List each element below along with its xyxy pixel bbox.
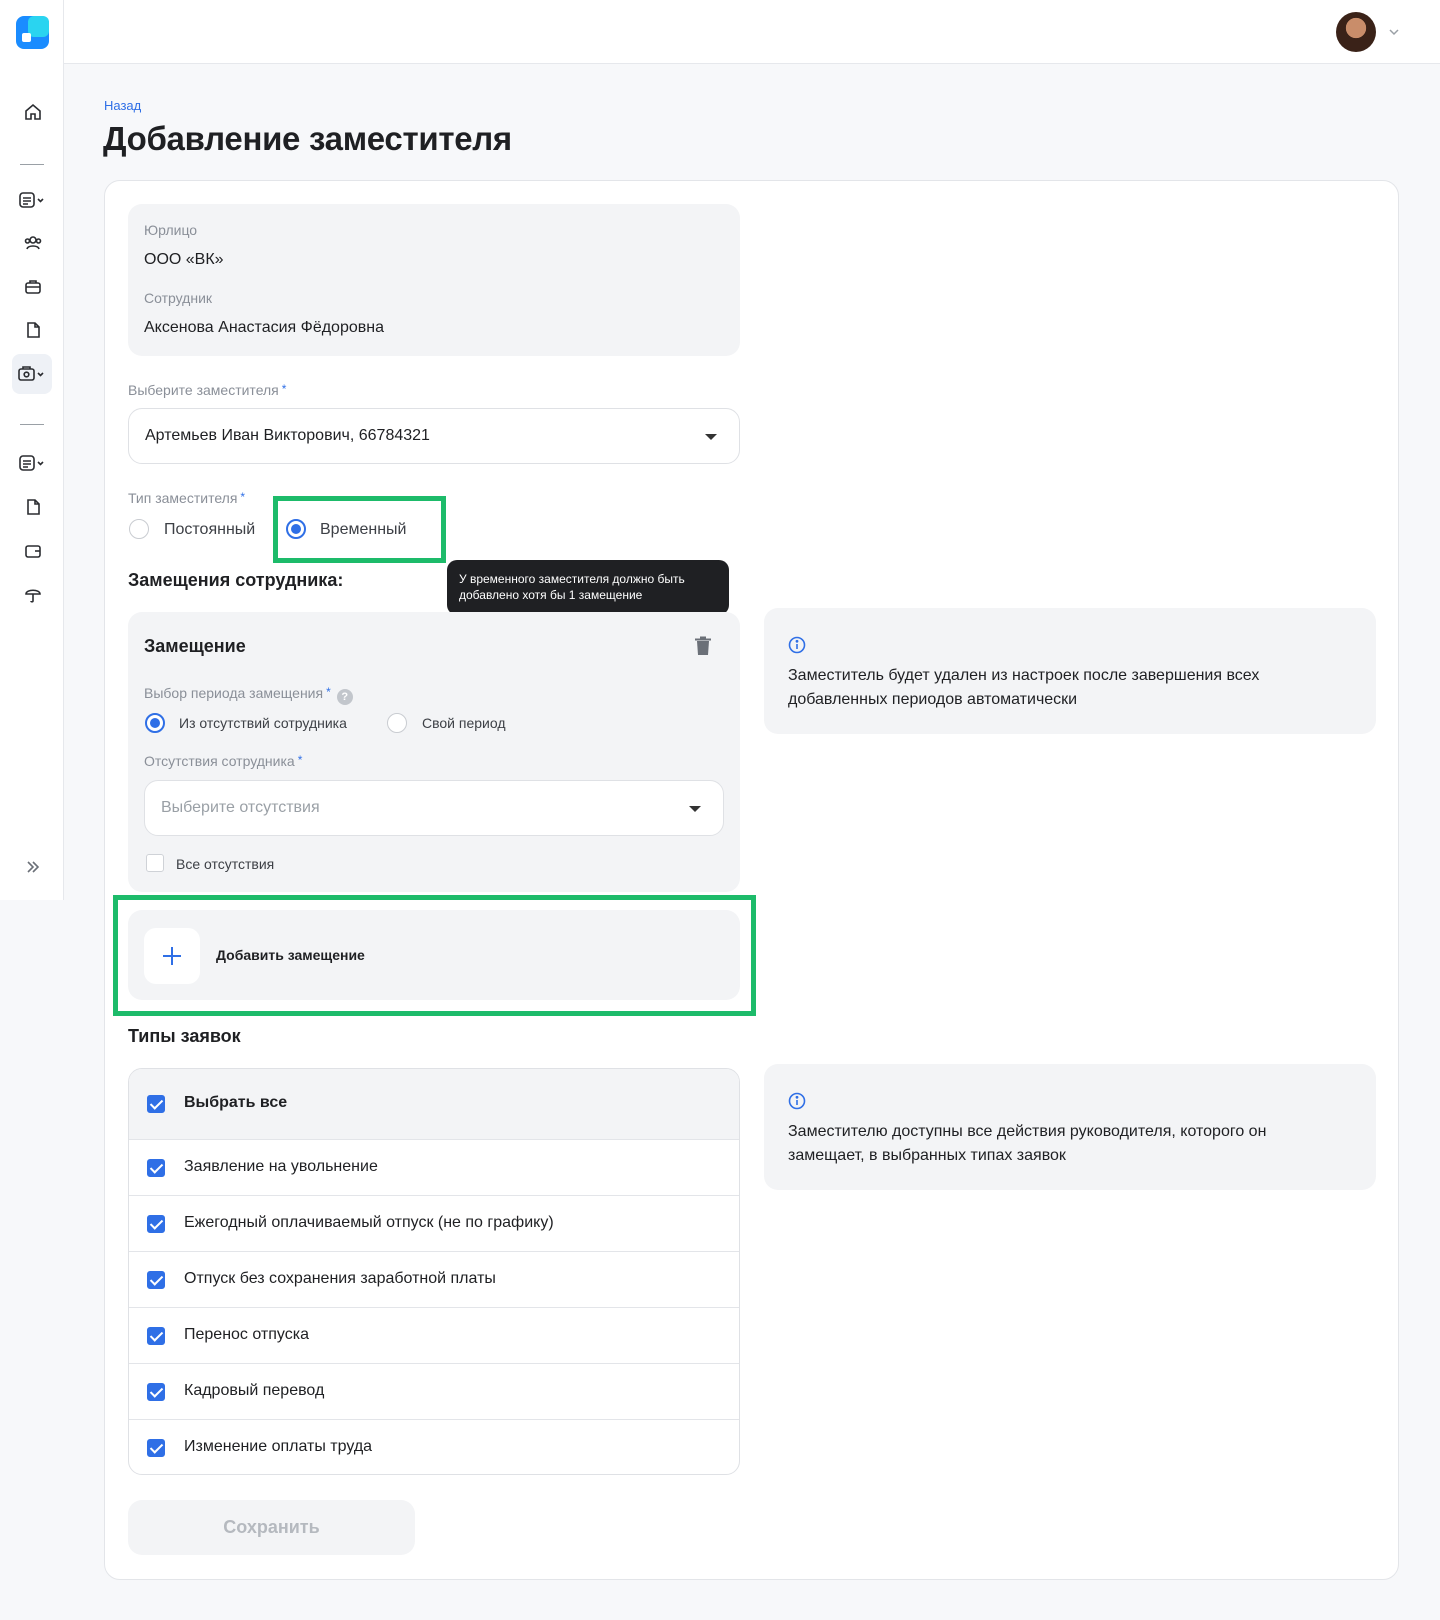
absences-select[interactable]: Выберите отсутствия [144, 780, 724, 836]
deputy-select-value: Артемьев Иван Викторович, 66784321 [145, 427, 430, 444]
radio-custom-period[interactable] [387, 713, 407, 733]
wallet-icon[interactable] [16, 534, 50, 568]
list-item[interactable]: Кадровый перевод [129, 1363, 739, 1419]
request-types-note-text: Заместителю доступны все действия руково… [788, 1123, 1267, 1164]
substitution-note-text: Заместитель будет удален из настроек пос… [788, 667, 1260, 708]
expand-sidebar-icon[interactable] [16, 850, 50, 884]
list-item[interactable]: Ежегодный оплачиваемый отпуск (не по гра… [129, 1195, 739, 1251]
file-icon[interactable] [16, 313, 50, 347]
sidebar [0, 0, 64, 900]
documents-menu-icon[interactable] [16, 183, 50, 217]
substitution-tooltip: У временного заместителя должно быть доб… [447, 560, 729, 622]
caret-down-icon [689, 806, 701, 812]
info-icon [788, 636, 806, 659]
required-mark: * [297, 753, 303, 767]
help-icon[interactable]: ? [336, 689, 353, 705]
request-type-checkbox[interactable] [147, 1215, 165, 1233]
deputy-settings-menu-icon[interactable] [12, 354, 52, 394]
substitution-title: Замещение [144, 636, 246, 656]
period-label: Выбор периода замещения *? [144, 685, 353, 705]
deputy-label-text: Выберите заместителя [128, 382, 279, 398]
request-type-label[interactable]: Кадровый перевод [184, 1382, 324, 1400]
list-item[interactable]: Перенос отпуска [129, 1307, 739, 1363]
back-link[interactable]: Назад [104, 98, 141, 113]
avatar[interactable] [1336, 12, 1376, 52]
request-types-title: Типы заявок [128, 1026, 241, 1046]
radio-permanent-label[interactable]: Постоянный [164, 521, 255, 539]
required-mark: * [240, 490, 246, 504]
request-type-label[interactable]: Изменение оплаты труда [184, 1438, 372, 1456]
list-item[interactable]: Изменение оплаты труда [129, 1419, 739, 1474]
request-type-checkbox[interactable] [147, 1159, 165, 1177]
substitution-note: Заместитель будет удален из настроек пос… [764, 608, 1376, 734]
deputy-type-label: Тип заместителя * [128, 490, 245, 506]
legal-entity-label: Юрлицо [144, 222, 198, 238]
home-icon[interactable] [16, 95, 50, 129]
request-type-label[interactable]: Перенос отпуска [184, 1326, 309, 1344]
absences-label-text: Отсутствия сотрудника [144, 753, 295, 769]
required-mark: * [281, 382, 287, 396]
info-icon [788, 1092, 806, 1115]
all-absences-checkbox[interactable] [146, 854, 164, 872]
radio-from-absences-label[interactable]: Из отсутствий сотрудника [179, 715, 347, 731]
list-item[interactable]: Заявление на увольнение [129, 1139, 739, 1195]
substitutions-title: Замещения сотрудника: [128, 570, 344, 590]
request-type-checkbox[interactable] [147, 1383, 165, 1401]
request-types-list: Выбрать все Заявление на увольнение Ежег… [128, 1068, 740, 1475]
briefcase-icon[interactable] [16, 270, 50, 304]
radio-from-absences[interactable] [145, 713, 165, 733]
select-all-row[interactable]: Выбрать все [129, 1069, 739, 1139]
radio-permanent[interactable] [129, 519, 149, 539]
absences-select-placeholder: Выберите отсутствия [161, 799, 320, 816]
request-type-checkbox[interactable] [147, 1271, 165, 1289]
page-title: Добавление заместителя [103, 120, 512, 157]
employee-value: Аксенова Анастасия Фёдоровна [144, 319, 384, 336]
select-all-label[interactable]: Выбрать все [184, 1094, 287, 1112]
app-logo[interactable] [16, 16, 49, 49]
request-type-checkbox[interactable] [147, 1327, 165, 1345]
request-types-note: Заместителю доступны все действия руково… [764, 1064, 1376, 1190]
legal-entity-value: ООО «ВК» [144, 251, 224, 268]
highlight-frame [273, 496, 446, 563]
deputy-type-label-text: Тип заместителя [128, 490, 238, 506]
sidebar-divider [20, 424, 44, 425]
required-mark: * [326, 685, 331, 699]
trash-icon[interactable] [694, 636, 712, 661]
employee-label: Сотрудник [144, 290, 213, 306]
reports-menu-icon[interactable] [16, 446, 50, 480]
top-bar [64, 0, 1440, 64]
caret-down-icon [705, 434, 717, 440]
file-icon[interactable] [16, 490, 50, 524]
umbrella-icon[interactable] [16, 578, 50, 612]
list-item[interactable]: Отпуск без сохранения заработной платы [129, 1251, 739, 1307]
request-type-checkbox[interactable] [147, 1439, 165, 1457]
select-all-checkbox[interactable] [147, 1095, 165, 1113]
deputy-label: Выберите заместителя * [128, 382, 286, 398]
save-button[interactable]: Сохранить [128, 1500, 415, 1555]
request-type-label[interactable]: Ежегодный оплачиваемый отпуск (не по гра… [184, 1214, 554, 1232]
period-label-text: Выбор периода замещения [144, 685, 324, 701]
request-type-label[interactable]: Заявление на увольнение [184, 1158, 378, 1176]
highlight-frame [113, 895, 756, 1016]
chevron-down-icon[interactable] [1388, 25, 1400, 43]
deputy-select[interactable]: Артемьев Иван Викторович, 66784321 [128, 408, 740, 464]
absences-label: Отсутствия сотрудника * [144, 753, 302, 769]
sidebar-divider [20, 164, 44, 165]
all-absences-label[interactable]: Все отсутствия [176, 856, 274, 872]
request-type-label[interactable]: Отпуск без сохранения заработной платы [184, 1270, 496, 1288]
team-icon[interactable] [16, 226, 50, 260]
radio-custom-period-label[interactable]: Свой период [422, 715, 506, 731]
